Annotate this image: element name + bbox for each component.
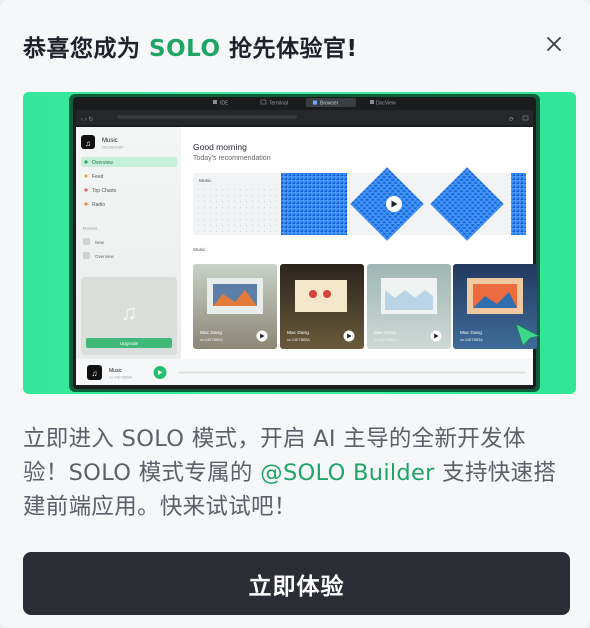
- svg-text:Mac Dang: Mac Dang: [287, 330, 309, 336]
- recent-new: New: [95, 240, 105, 245]
- close-button[interactable]: [540, 30, 568, 58]
- music-note-icon: ♫: [121, 300, 138, 325]
- app-subtitle: NE2S8GO8P: [102, 146, 124, 150]
- greeting: Good morning: [193, 142, 247, 152]
- close-icon: [547, 37, 561, 51]
- album-card: Mac Dang no.24ETB8SA: [280, 264, 364, 349]
- tab-ide: IDE: [220, 101, 229, 107]
- solo-builder-link[interactable]: @SOLO Builder: [260, 460, 435, 486]
- banner-label: Music: [199, 178, 212, 184]
- title-text: 恭喜您成为: [23, 36, 150, 62]
- svg-text:no.24ETB8SA: no.24ETB8SA: [374, 338, 397, 342]
- recent-overview: Overview: [95, 254, 115, 259]
- title-text-end: 抢先体验官!: [220, 36, 358, 62]
- tab-terminal: Terminal: [269, 101, 288, 107]
- tab-docview: DocView: [376, 101, 396, 107]
- svg-text:Mac Dang: Mac Dang: [374, 330, 396, 336]
- music-icon: ♫: [85, 139, 91, 148]
- svg-text:no.24ETB8SA: no.24ETB8SA: [200, 338, 223, 342]
- player-title: Music: [109, 368, 123, 374]
- tab-browser: Browser: [320, 101, 339, 107]
- title-highlight: SOLO: [149, 36, 221, 62]
- try-now-button[interactable]: 立即体验: [23, 552, 570, 615]
- preview-illustration: IDE Terminal Browser DocView ‹ › ↻ ⟳ ♫ M…: [69, 94, 540, 392]
- svg-text:no.24ETB8SA: no.24ETB8SA: [287, 338, 310, 342]
- app-name: Music: [102, 138, 118, 144]
- dialog-description: 立即进入 SOLO 模式，开启 AI 主导的全新开发体验！SOLO 模式专属的 …: [23, 426, 557, 520]
- solo-welcome-dialog: 恭喜您成为 SOLO 抢先体验官! IDE Terminal Browser D…: [0, 0, 590, 628]
- svg-text:‹ › ↻: ‹ › ↻: [81, 116, 93, 123]
- album-card: Mac Dang no.24ETB8SA: [193, 264, 277, 349]
- dialog-title: 恭喜您成为 SOLO 抢先体验官!: [23, 29, 358, 63]
- svg-text:no.24ETB8SA: no.24ETB8SA: [460, 338, 483, 342]
- recent-label: Recent: [83, 226, 98, 231]
- player-subtitle: no.24ETB8SA: [109, 376, 132, 380]
- svg-text:⟳: ⟳: [509, 117, 514, 123]
- player-music-icon: ♫: [92, 369, 98, 378]
- nav-radio: Radio: [92, 202, 105, 208]
- nav-top-charts: Top Charts: [92, 188, 117, 194]
- nav-feed: Feed: [92, 174, 104, 180]
- upgrade-button: Upgrade: [120, 341, 139, 347]
- svg-text:Mac Dang: Mac Dang: [460, 330, 482, 336]
- sub-greeting: Today's recommendation: [193, 155, 271, 162]
- section-label: Music: [193, 247, 206, 253]
- svg-text:Mac Dang: Mac Dang: [200, 330, 222, 336]
- nav-overview: Overview: [92, 160, 113, 166]
- album-card: Mac Dang no.24ETB8SA: [367, 264, 451, 349]
- solo-preview-banner: IDE Terminal Browser DocView ‹ › ↻ ⟳ ♫ M…: [23, 92, 576, 394]
